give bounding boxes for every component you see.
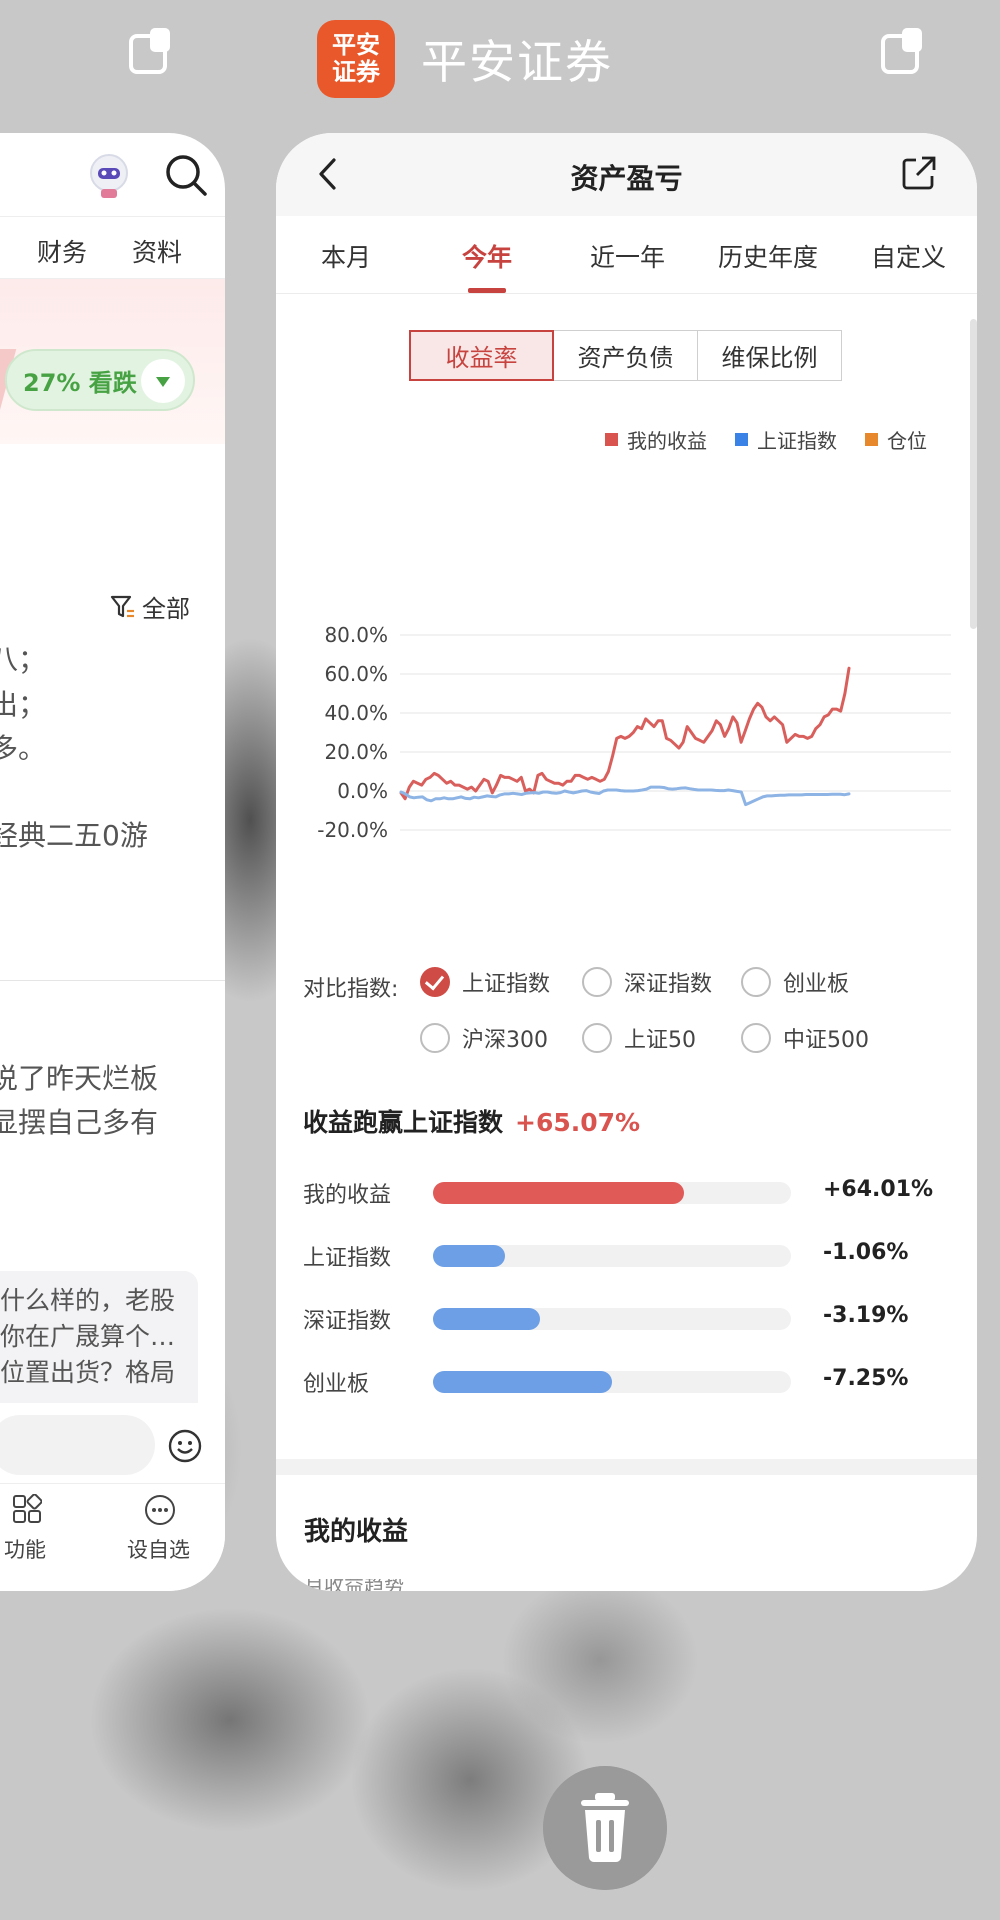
tab-this-year[interactable]: 今年 [462,238,512,274]
bearish-pill[interactable]: 27% 看跌 [5,349,195,411]
legend-mine: 我的收益 [605,425,707,454]
tab-this-month[interactable]: 本月 [321,238,371,274]
app-logo[interactable]: 平安 证券 [317,20,395,98]
filter-label: 全部 [142,595,190,623]
split-screen-icon[interactable] [128,26,174,76]
more-icon[interactable] [144,1494,176,1526]
legend-index: 上证指数 [735,425,837,454]
comparison-bar-row: 上证指数 -1.06% [303,1240,909,1271]
y-tick-label: 20.0% [324,740,388,764]
segment-return-rate[interactable]: 收益率 [409,330,554,381]
segment-assets-liabilities[interactable]: 资产负债 [553,330,698,381]
compare-option-szse[interactable]: 深证指数 [582,966,712,998]
radio-icon [741,1023,771,1053]
tab-finance[interactable]: 财务 [37,233,87,269]
left-card-tabs: 财务 资料 [0,216,225,279]
radio-icon [582,1023,612,1053]
bottom-nav: 功能 设自选 [0,1483,225,1591]
trash-icon[interactable] [543,1766,667,1890]
post-text-line: 多。 [0,732,47,765]
bar-track [433,1182,791,1204]
filter-button[interactable]: 全部 [110,589,190,624]
page-title: 资产盈亏 [570,162,683,195]
comparison-bar-row: 深证指数 -3.19% [303,1303,909,1334]
nav-add-watchlist[interactable]: 设自选 [127,1534,190,1564]
divider [0,980,225,981]
outperform-value: +65.07% [515,1108,641,1137]
section-title: 我的收益 [304,1517,409,1547]
bar-fill [433,1371,612,1393]
quoted-comment[interactable]: 什么样的，老股 你在广晟算个… 位置出货？格局 [0,1271,198,1403]
bar-track [433,1371,791,1393]
legend-swatch [605,433,618,446]
tab-history-years[interactable]: 历史年度 [718,238,818,274]
radio-icon [582,967,612,997]
bar-fill [433,1182,684,1204]
segment-maintenance-ratio[interactable]: 维保比例 [697,330,842,381]
legend-swatch [735,433,748,446]
left-card-header [0,133,225,216]
bar-fill [433,1245,505,1267]
compare-label: 对比指数: [303,977,399,1002]
share-icon[interactable] [901,155,937,191]
radio-icon [420,1023,450,1053]
tab-profile[interactable]: 资料 [132,233,182,269]
y-tick-label: 40.0% [324,701,388,725]
compare-option-csi300[interactable]: 沪深300 [420,1022,548,1054]
section-subtitle: 月收益趋势 [304,1579,404,1591]
section-divider [276,1459,977,1475]
chart-type-segmented-control: 收益率 资产负债 维保比例 [409,330,842,381]
recent-app-card-right[interactable]: 资产盈亏 本月 今年 近一年 历史年度 自定义 收益率 资产负债 维保比例 我的… [276,133,977,1591]
y-tick-label: 60.0% [324,662,388,686]
checkbox-checked-icon [420,967,450,997]
series-my-return [399,666,851,801]
y-tick-label: -20.0% [317,818,388,842]
recent-app-card-left[interactable]: 财务 资料 27% 看跌 全部 八； 出； 多。 经典二五0游 说了昨天烂板 显… [0,133,225,1591]
post-text-line: 显摆自己多有 [0,1106,159,1139]
app-name: 平安证券 [421,35,613,89]
post-text-line: 八； [0,643,47,676]
period-tabs: 本月 今年 近一年 历史年度 自定义 [276,216,977,294]
post-text-line: 出； [0,688,47,721]
radio-icon [741,967,771,997]
sentiment-banner: 27% 看跌 [0,279,225,444]
comment-input[interactable] [0,1415,155,1475]
robot-assistant-icon[interactable] [84,151,134,201]
bar-track [433,1245,791,1267]
tab-past-year[interactable]: 近一年 [590,238,665,274]
y-tick-label: 80.0% [324,623,388,647]
compare-option-chinext[interactable]: 创业板 [741,966,849,998]
compare-option-sse50[interactable]: 上证50 [582,1022,696,1054]
return-chart[interactable]: 80.0%60.0%40.0%20.0%0.0%-20.0%179.0%0.0%… [276,473,977,893]
active-tab-indicator [468,288,506,293]
post-text-line: 经典二五0游 [0,819,148,852]
split-screen-icon[interactable] [880,26,926,76]
compare-option-sse[interactable]: 上证指数 [420,966,550,998]
legend-position: 仓位 [865,425,927,454]
bar-track [433,1308,791,1330]
chevron-down-icon[interactable] [141,359,185,403]
comparison-bar-row: 我的收益 +64.01% [303,1177,934,1208]
compare-option-csi500[interactable]: 中证500 [741,1022,869,1054]
app-header: 平安 证券 平安证券 [317,20,613,98]
emoji-icon[interactable] [168,1429,202,1463]
post-text-line: 说了昨天烂板 [0,1062,159,1095]
nav-bar: 资产盈亏 [276,133,977,216]
comment-bar: 功能 设自选 [0,1403,225,1591]
filter-icon [110,595,134,617]
grid-icon[interactable] [12,1494,42,1524]
bar-fill [433,1308,541,1330]
y-tick-label: 0.0% [337,779,388,803]
comparison-bar-row: 创业板 -7.25% [303,1366,909,1397]
outperform-summary: 收益跑赢上证指数 +65.07% [303,1108,641,1137]
chart-legend: 我的收益 上证指数 仓位 [605,425,927,454]
nav-function[interactable]: 功能 [4,1534,46,1564]
tab-custom[interactable]: 自定义 [871,238,946,274]
search-icon[interactable] [164,153,208,197]
legend-swatch [865,433,878,446]
bearish-label: 27% 看跌 [23,368,137,397]
